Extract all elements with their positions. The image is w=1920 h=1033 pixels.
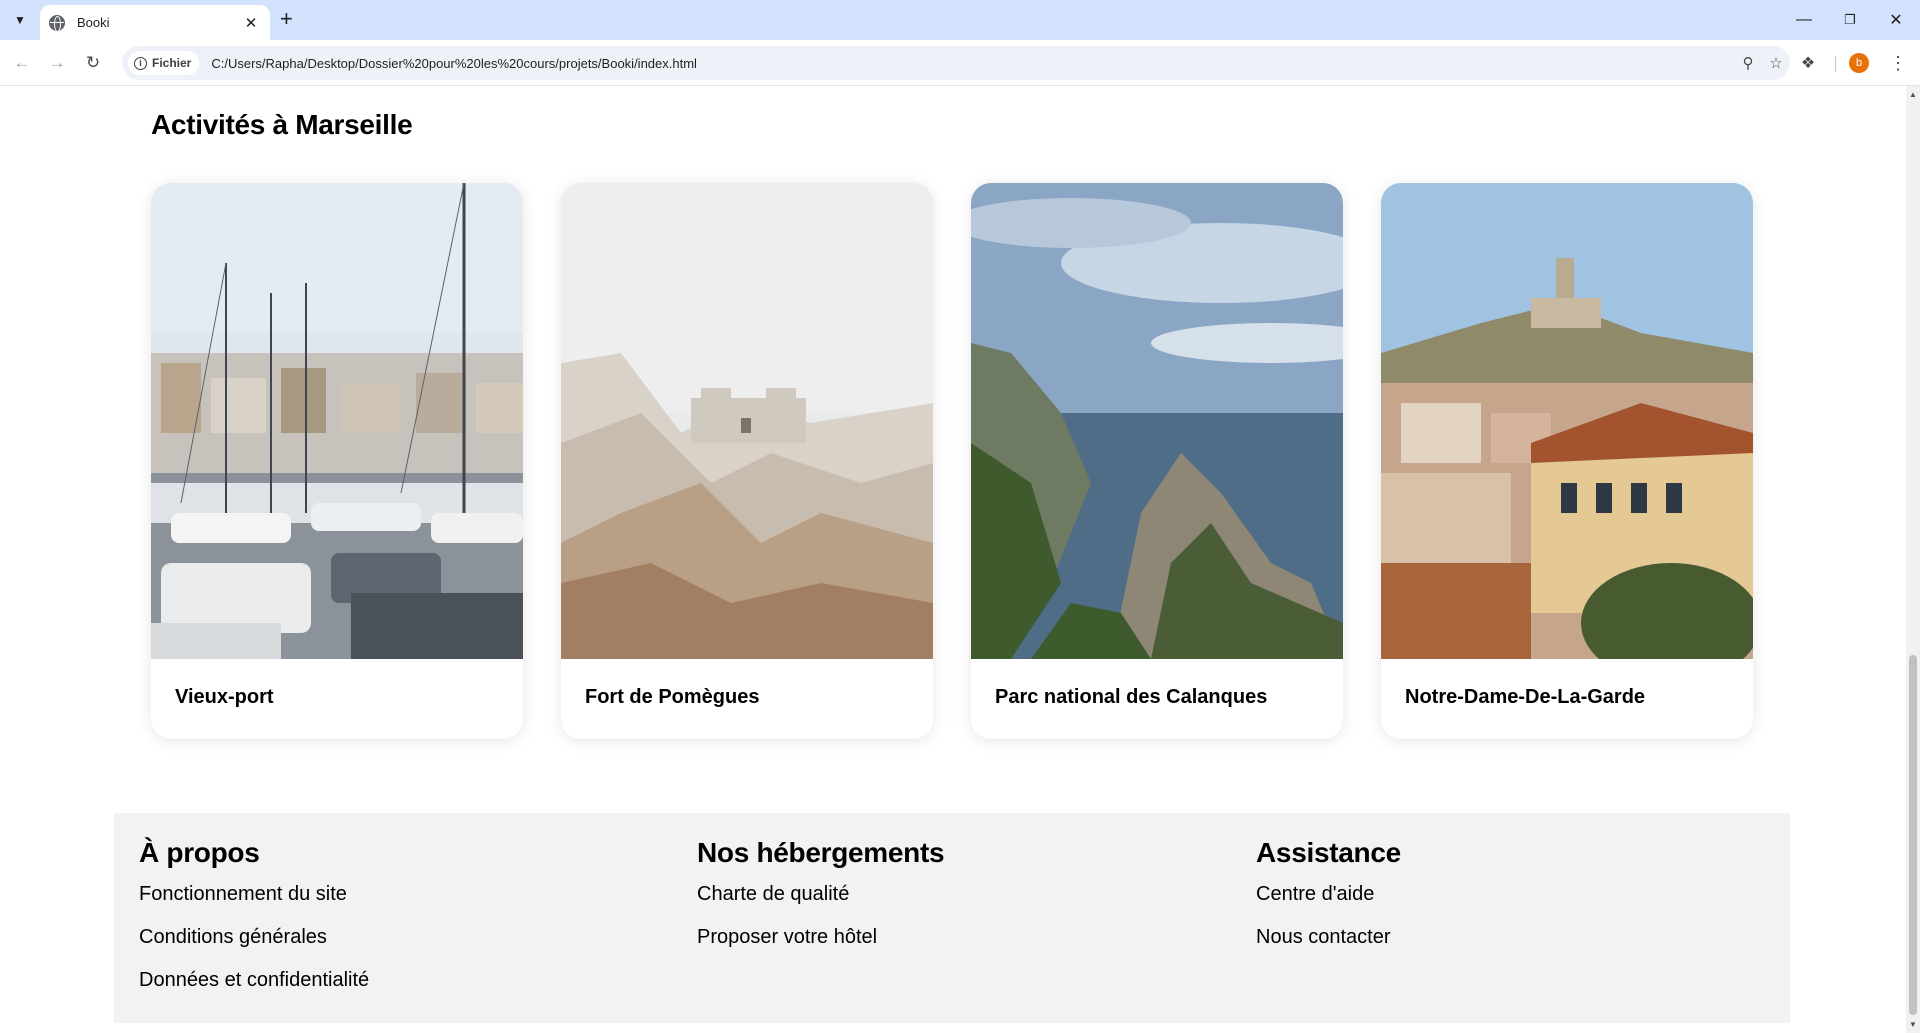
profile-avatar[interactable]: b xyxy=(1849,53,1869,73)
card-title: Parc national des Calanques xyxy=(995,686,1268,708)
card-title: Notre-Dame-De-La-Garde xyxy=(1405,686,1646,708)
reload-icon[interactable]: ↻ xyxy=(81,51,105,75)
footer-link[interactable]: Proposer votre hôtel xyxy=(697,925,944,968)
section-title: Activités à Marseille xyxy=(151,109,413,140)
footer-heading: À propos xyxy=(139,837,260,868)
back-icon[interactable]: ← xyxy=(10,51,34,75)
window-close-icon[interactable]: ✕ xyxy=(1884,8,1908,32)
browser-toolbar: ← → ↻ i Fichier C:/Users/Rapha/Desktop/D… xyxy=(0,40,1920,86)
fort-pomegues-image xyxy=(561,183,933,659)
scroll-down-icon[interactable]: ▼ xyxy=(1909,1020,1917,1029)
footer-link[interactable]: Charte de qualité xyxy=(697,882,944,925)
tab-booki[interactable]: Booki ✕ xyxy=(40,5,270,40)
tab-list-icon[interactable]: ▼ xyxy=(8,8,32,32)
footer-col-accommodations: Nos hébergements Charte de qualité Propo… xyxy=(697,837,945,968)
scroll-thumb[interactable] xyxy=(1909,655,1917,1015)
forward-icon[interactable]: → xyxy=(45,51,69,75)
site-chip-label: Fichier xyxy=(152,56,192,70)
footer-heading: Nos hébergements xyxy=(697,837,945,868)
minimize-icon[interactable]: — xyxy=(1792,8,1816,32)
footer-link[interactable]: Conditions générales xyxy=(139,925,369,968)
notre-dame-image xyxy=(1381,183,1753,659)
close-icon[interactable]: ✕ xyxy=(242,14,260,32)
tab-strip: ▼ Booki ✕ + — ❐ ✕ xyxy=(0,0,1920,40)
activity-card[interactable]: Fort de Pomègues xyxy=(561,183,933,739)
page-viewport: Activités à Marseille Vieux-port Fort de… xyxy=(0,86,1906,1033)
info-icon: i xyxy=(134,56,147,70)
site-footer: À propos Fonctionnement du site Conditio… xyxy=(114,813,1790,1023)
vertical-scrollbar[interactable]: ▲ ▼ xyxy=(1906,86,1920,1033)
restore-icon[interactable]: ❐ xyxy=(1838,8,1862,32)
tab-title: Booki xyxy=(77,15,110,30)
footer-link[interactable]: Nous contacter xyxy=(1256,925,1401,968)
zoom-icon[interactable]: ⚲ xyxy=(1734,54,1762,72)
new-tab-button[interactable]: + xyxy=(280,8,293,30)
scroll-up-icon[interactable]: ▲ xyxy=(1909,90,1917,99)
star-icon[interactable]: ☆ xyxy=(1762,54,1790,72)
footer-col-about: À propos Fonctionnement du site Conditio… xyxy=(139,837,369,1011)
vieux-port-image xyxy=(151,183,523,659)
footer-link[interactable]: Centre d'aide xyxy=(1256,882,1401,925)
activity-card[interactable]: Parc national des Calanques xyxy=(971,183,1343,739)
card-title: Fort de Pomègues xyxy=(585,686,760,708)
globe-icon xyxy=(49,14,65,32)
card-title: Vieux-port xyxy=(175,686,274,708)
footer-heading: Assistance xyxy=(1256,837,1401,868)
footer-link[interactable]: Fonctionnement du site xyxy=(139,882,369,925)
footer-col-assistance: Assistance Centre d'aide Nous contacter xyxy=(1256,837,1401,968)
site-info-chip[interactable]: i Fichier xyxy=(128,51,200,75)
address-bar[interactable]: i Fichier C:/Users/Rapha/Desktop/Dossier… xyxy=(122,46,1790,80)
toolbar-divider xyxy=(1835,56,1836,72)
footer-link[interactable]: Données et confidentialité xyxy=(139,968,369,1011)
activity-cards: Vieux-port Fort de Pomègues Parc nationa… xyxy=(151,183,1753,739)
menu-icon[interactable]: ⋮ xyxy=(1886,51,1910,75)
activity-card[interactable]: Vieux-port xyxy=(151,183,523,739)
activity-card[interactable]: Notre-Dame-De-La-Garde xyxy=(1381,183,1753,739)
extensions-icon[interactable]: ❖ xyxy=(1796,51,1820,75)
url-text[interactable]: C:/Users/Rapha/Desktop/Dossier%20pour%20… xyxy=(211,56,1734,71)
calanques-image xyxy=(971,183,1343,659)
